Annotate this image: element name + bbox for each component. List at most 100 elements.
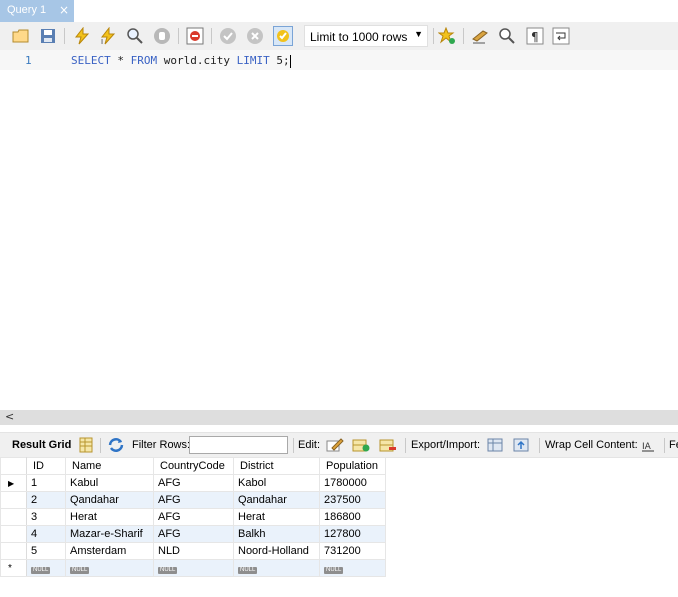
editor-toolbar: I Limit to 1000 rows ▼ ¶ (0, 22, 678, 51)
table-row[interactable]: ▶ 1 Kabul AFG Kabol 1780000 (0, 474, 386, 492)
save-icon[interactable] (38, 26, 58, 46)
invisible-chars-icon[interactable]: ¶ (525, 26, 545, 46)
rollback-icon[interactable] (245, 26, 265, 46)
edit-row-icon[interactable] (326, 437, 344, 453)
stop-icon[interactable] (152, 26, 172, 46)
cell-district[interactable]: Balkh (233, 525, 320, 543)
execute-icon[interactable] (72, 26, 92, 46)
cell-district[interactable]: Kabol (233, 474, 320, 492)
cell-population[interactable]: 237500 (319, 491, 386, 509)
toolbar-separator (100, 438, 101, 453)
delete-row-icon[interactable] (379, 437, 397, 453)
export-import-label: Export/Import: (411, 439, 481, 451)
limit-rows-select[interactable]: Limit to 1000 rows ▼ (304, 25, 428, 47)
bookmark-icon[interactable] (437, 26, 457, 46)
sql-statement[interactable]: SELECT * FROM world.city LIMIT 5; (71, 54, 291, 68)
wrap-icon[interactable] (551, 26, 571, 46)
column-header-population[interactable]: Population (319, 457, 386, 475)
cell-district[interactable]: Herat (233, 508, 320, 526)
cell-district[interactable]: NULL (233, 559, 320, 577)
execute-current-icon[interactable]: I (98, 26, 118, 46)
insert-row-icon[interactable] (352, 437, 370, 453)
tab-query-1[interactable]: Query 1 × (0, 0, 74, 22)
open-folder-icon[interactable] (11, 26, 31, 46)
commit-icon[interactable] (218, 26, 238, 46)
cell-name[interactable]: Qandahar (65, 491, 154, 509)
find-icon[interactable] (497, 26, 517, 46)
cell-name[interactable]: Herat (65, 508, 154, 526)
editor-horizontal-scrollbar[interactable]: < (0, 410, 678, 425)
editor-current-line: 1 SELECT * FROM world.city LIMIT 5; (0, 50, 678, 70)
null-badge: NULL (238, 567, 258, 574)
null-badge: NULL (158, 567, 178, 574)
current-row-marker[interactable]: ▶ (0, 474, 27, 492)
cell-name[interactable]: Mazar-e-Sharif (65, 525, 154, 543)
keyword-limit: LIMIT (236, 54, 270, 67)
grid-header-row: ID Name CountryCode District Population (0, 457, 386, 475)
table-row[interactable]: 5 Amsterdam NLD Noord-Holland 731200 (0, 542, 386, 560)
null-badge: NULL (31, 567, 51, 574)
cell-countrycode[interactable]: AFG (153, 491, 234, 509)
column-header-name[interactable]: Name (65, 457, 154, 475)
grid-view-icon[interactable] (78, 437, 96, 453)
null-badge: NULL (324, 567, 344, 574)
explain-icon[interactable] (125, 26, 145, 46)
table-row[interactable]: 3 Herat AFG Herat 186800 (0, 508, 386, 526)
result-toolbar: Result Grid Filter Rows: Edit: Export/Im… (0, 432, 678, 458)
toolbar-separator (433, 28, 434, 44)
column-header-id[interactable]: ID (26, 457, 66, 475)
new-row-marker[interactable]: * (0, 559, 27, 577)
close-icon[interactable]: × (59, 3, 69, 17)
cell-id[interactable]: 4 (26, 525, 66, 543)
edit-label: Edit: (298, 439, 321, 451)
cell-population[interactable]: 1780000 (319, 474, 386, 492)
result-grid[interactable]: ID Name CountryCode District Population … (0, 457, 386, 577)
token-semicolon: ; (282, 54, 290, 67)
row-selector[interactable] (0, 508, 27, 526)
cell-district[interactable]: Qandahar (233, 491, 320, 509)
filter-rows-input[interactable] (189, 436, 288, 454)
cell-population[interactable]: 186800 (319, 508, 386, 526)
table-row[interactable]: 2 Qandahar AFG Qandahar 237500 (0, 491, 386, 509)
export-icon[interactable] (487, 437, 505, 453)
cell-population[interactable]: 731200 (319, 542, 386, 560)
cell-id[interactable]: 1 (26, 474, 66, 492)
cell-name[interactable]: NULL (65, 559, 154, 577)
cell-name[interactable]: Kabul (65, 474, 154, 492)
cell-id[interactable]: NULL (26, 559, 66, 577)
toolbar-separator (178, 28, 179, 44)
import-icon[interactable] (513, 437, 531, 453)
row-selector[interactable] (0, 525, 27, 543)
sql-editor[interactable]: 1 SELECT * FROM world.city LIMIT 5; (0, 50, 678, 410)
refresh-icon[interactable] (107, 437, 125, 453)
new-row[interactable]: * NULL NULL NULL NULL NULL (0, 559, 386, 577)
cell-population[interactable]: NULL (319, 559, 386, 577)
autocommit-icon[interactable] (273, 26, 293, 46)
cell-id[interactable]: 2 (26, 491, 66, 509)
scroll-left-icon[interactable]: < (5, 410, 14, 423)
cell-population[interactable]: 127800 (319, 525, 386, 543)
svg-text:¶: ¶ (531, 30, 539, 44)
table-row[interactable]: 4 Mazar-e-Sharif AFG Balkh 127800 (0, 525, 386, 543)
column-header-countrycode[interactable]: CountryCode (153, 457, 234, 475)
cell-countrycode[interactable]: NULL (153, 559, 234, 577)
cell-countrycode[interactable]: NLD (153, 542, 234, 560)
fetch-rows-label: Fe (669, 439, 678, 451)
toggle-error-icon[interactable] (185, 26, 205, 46)
cell-countrycode[interactable]: AFG (153, 525, 234, 543)
cell-id[interactable]: 3 (26, 508, 66, 526)
cell-name[interactable]: Amsterdam (65, 542, 154, 560)
wrap-cell-icon[interactable]: IA (640, 437, 658, 453)
cell-countrycode[interactable]: AFG (153, 508, 234, 526)
row-selector[interactable] (0, 491, 27, 509)
cell-id[interactable]: 5 (26, 542, 66, 560)
cell-district[interactable]: Noord-Holland (233, 542, 320, 560)
token-table: world.city (163, 54, 230, 67)
toolbar-separator (463, 28, 464, 44)
beautify-icon[interactable] (470, 26, 490, 46)
row-selector[interactable] (0, 542, 27, 560)
column-header-district[interactable]: District (233, 457, 320, 475)
cell-countrycode[interactable]: AFG (153, 474, 234, 492)
result-grid-tab[interactable]: Result Grid (12, 439, 71, 451)
row-selector-header[interactable] (0, 457, 27, 475)
